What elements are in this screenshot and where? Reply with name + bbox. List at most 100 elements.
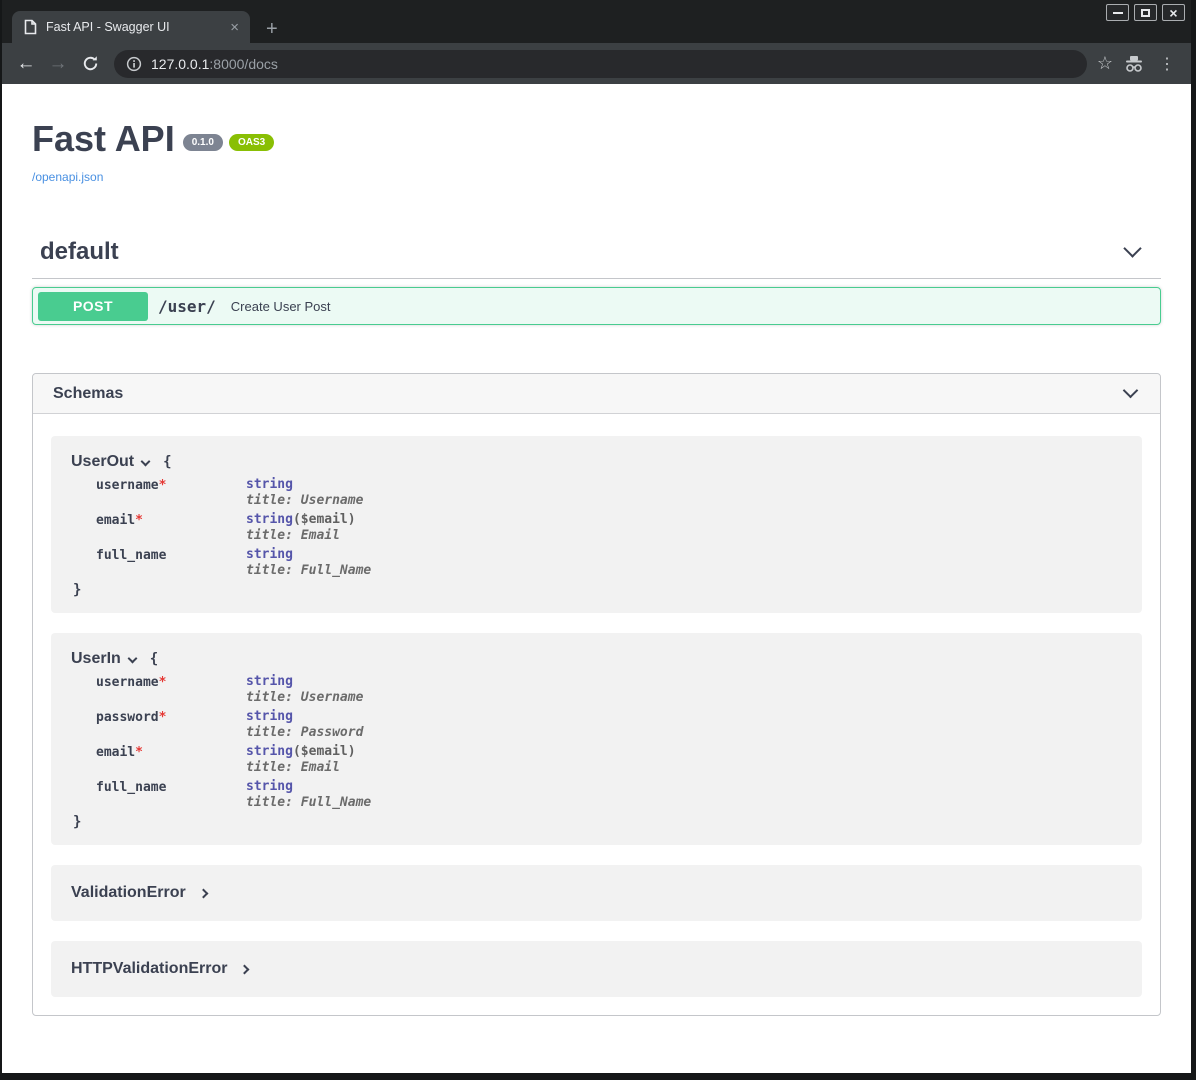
model-name: UserIn <box>71 650 121 668</box>
address-bar[interactable]: 127.0.0.1:8000/docs <box>114 50 1087 78</box>
oas3-badge: OAS3 <box>229 134 274 151</box>
page-info-icon[interactable] <box>126 56 142 72</box>
open-brace: { <box>163 454 171 470</box>
property-type: string <box>246 779 293 794</box>
property-row: password* string title: Password <box>96 709 1122 740</box>
property-title: title: Full_Name <box>246 563 371 578</box>
close-brace: } <box>73 814 1122 830</box>
reload-button[interactable] <box>76 50 104 78</box>
property-row: full_name string title: Full_Name <box>96 547 1122 578</box>
bookmark-star-icon[interactable]: ☆ <box>1097 53 1113 74</box>
model-title-row[interactable]: UserIn { <box>71 650 1122 668</box>
reload-icon <box>82 55 99 72</box>
model-httpvalidationerror[interactable]: HTTPValidationError <box>51 941 1142 997</box>
property-title: title: Username <box>246 493 363 508</box>
schemas-body: UserOut { username* string title: Userna… <box>33 414 1160 1015</box>
property-format: ($email) <box>293 512 356 527</box>
post-method-button[interactable]: POST <box>38 292 148 321</box>
browser-tab[interactable]: Fast API - Swagger UI × <box>12 11 250 43</box>
tab-strip: Fast API - Swagger UI × + <box>2 0 1191 43</box>
operation-path: /user/ <box>158 297 216 316</box>
required-star: * <box>159 675 167 690</box>
required-star: * <box>159 478 167 493</box>
operation-summary: Create User Post <box>231 299 331 314</box>
property-title: title: Password <box>246 725 363 740</box>
window-controls: × <box>1106 4 1185 21</box>
property-type: string <box>246 477 293 492</box>
property-detail: string title: Full_Name <box>246 547 371 578</box>
property-table: username* string title: Username passwor… <box>96 674 1122 810</box>
incognito-icon <box>1123 55 1145 73</box>
tab-close-icon[interactable]: × <box>227 20 242 35</box>
model-name: HTTPValidationError <box>71 960 227 978</box>
property-title: title: Full_Name <box>246 795 371 810</box>
swagger-page: Fast API0.1.0OAS3 /openapi.json default … <box>2 84 1191 1073</box>
tag-section-default: default POST /user/ Create User Post <box>32 238 1161 325</box>
chevron-down-icon[interactable] <box>127 653 137 663</box>
model-title-row[interactable]: UserOut { <box>71 453 1122 471</box>
property-name: full_name <box>96 547 246 578</box>
close-brace: } <box>73 582 1122 598</box>
property-type: string <box>246 744 293 759</box>
tag-name: default <box>40 238 119 266</box>
url-path: :8000/docs <box>209 56 278 72</box>
back-button[interactable]: ← <box>12 50 40 78</box>
property-name: username* <box>96 477 246 508</box>
schemas-header[interactable]: Schemas <box>33 374 1160 414</box>
url-text: 127.0.0.1:8000/docs <box>151 56 278 72</box>
property-type: string <box>246 709 293 724</box>
browser-window: × Fast API - Swagger UI × + ← → <box>0 0 1196 1080</box>
schemas-heading: Schemas <box>53 385 123 403</box>
chevron-right-icon[interactable] <box>240 964 250 974</box>
required-star: * <box>159 710 167 725</box>
chevron-down-icon[interactable] <box>1123 383 1139 399</box>
property-row: email* string($email) title: Email <box>96 744 1122 775</box>
property-detail: string($email) title: Email <box>246 744 356 775</box>
chevron-down-icon[interactable] <box>141 456 151 466</box>
property-row: full_name string title: Full_Name <box>96 779 1122 810</box>
property-detail: string title: Password <box>246 709 363 740</box>
property-name: password* <box>96 709 246 740</box>
property-title: title: Username <box>246 690 363 705</box>
property-name: username* <box>96 674 246 705</box>
model-userin: UserIn { username* string title: Usernam… <box>51 633 1142 845</box>
page-icon <box>24 19 37 35</box>
schemas-section: Schemas UserOut { username* string <box>32 373 1161 1016</box>
maximize-icon <box>1141 9 1150 17</box>
required-star: * <box>135 513 143 528</box>
openapi-spec-link[interactable]: /openapi.json <box>32 170 1161 184</box>
open-brace: { <box>150 651 158 667</box>
model-name: ValidationError <box>71 884 186 902</box>
property-name: full_name <box>96 779 246 810</box>
url-host: 127.0.0.1 <box>151 56 209 72</box>
chevron-right-icon[interactable] <box>198 888 208 898</box>
property-row: username* string title: Username <box>96 477 1122 508</box>
window-minimize-button[interactable] <box>1106 4 1129 21</box>
property-row: email* string($email) title: Email <box>96 512 1122 543</box>
model-name: UserOut <box>71 453 134 471</box>
property-title: title: Email <box>246 528 356 543</box>
browser-menu-icon[interactable]: ⋮ <box>1155 54 1179 74</box>
window-maximize-button[interactable] <box>1134 4 1157 21</box>
toolbar-right: ☆ ⋮ <box>1097 53 1181 74</box>
api-badges: 0.1.0 OAS3 <box>183 134 274 151</box>
tab-title: Fast API - Swagger UI <box>46 20 218 34</box>
window-close-button[interactable]: × <box>1162 4 1185 21</box>
new-tab-button[interactable]: + <box>266 19 278 39</box>
chevron-down-icon[interactable] <box>1123 239 1141 257</box>
property-format: ($email) <box>293 744 356 759</box>
api-info: Fast API0.1.0OAS3 /openapi.json <box>32 118 1161 184</box>
model-userout: UserOut { username* string title: Userna… <box>51 436 1142 613</box>
property-detail: string title: Username <box>246 674 363 705</box>
property-table: username* string title: Username email* … <box>96 477 1122 578</box>
property-detail: string($email) title: Email <box>246 512 356 543</box>
opblock-post-user[interactable]: POST /user/ Create User Post <box>32 287 1161 325</box>
required-star: * <box>135 745 143 760</box>
property-detail: string title: Username <box>246 477 363 508</box>
property-row: username* string title: Username <box>96 674 1122 705</box>
property-name: email* <box>96 744 246 775</box>
property-type: string <box>246 512 293 527</box>
version-badge: 0.1.0 <box>183 134 223 151</box>
model-validationerror[interactable]: ValidationError <box>51 865 1142 921</box>
tag-header[interactable]: default <box>32 238 1161 279</box>
